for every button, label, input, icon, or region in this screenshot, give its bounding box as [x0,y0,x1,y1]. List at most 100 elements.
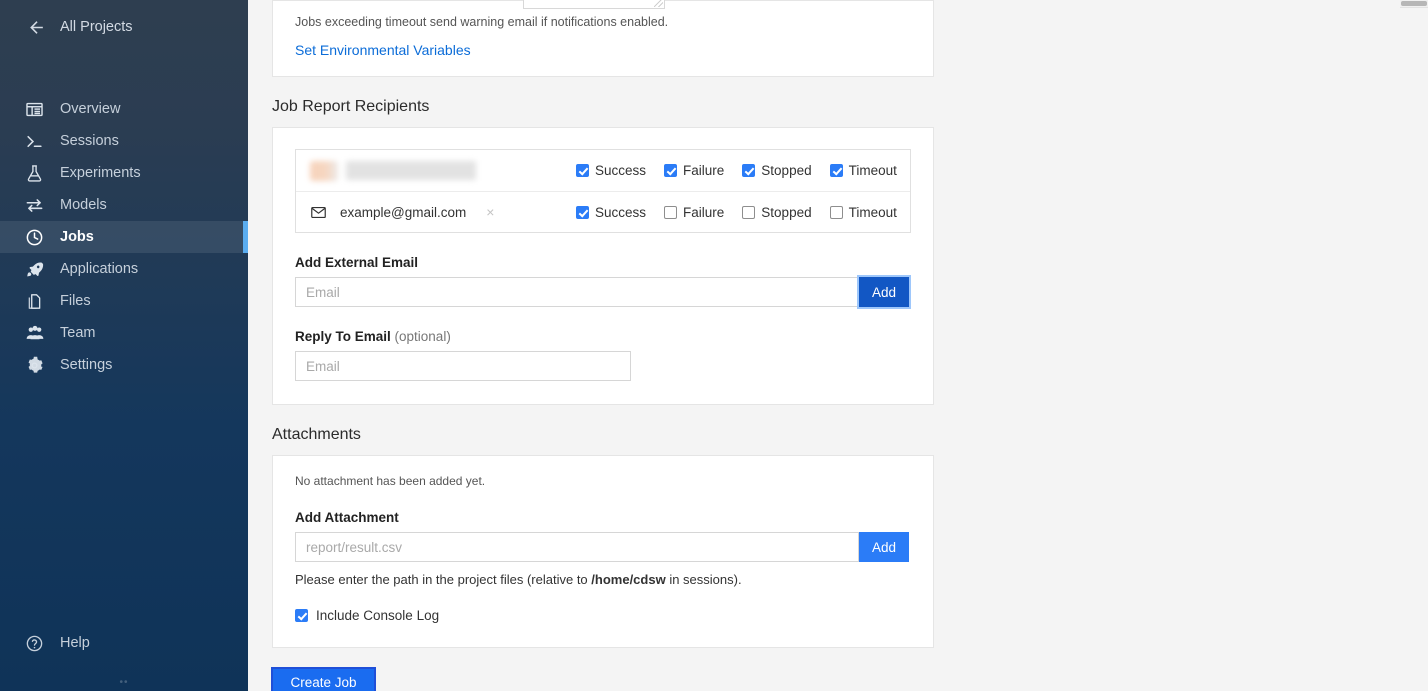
checkbox-box[interactable] [295,609,308,622]
sidebar-item-label: Jobs [60,229,94,245]
recipients-table: Success Failure Stopped Timeout example@… [295,149,911,233]
no-attachment-note: No attachment has been added yet. [295,474,486,488]
arguments-textarea[interactable] [523,0,665,9]
exchange-icon [24,195,45,216]
include-console-log-row[interactable]: Include Console Log [295,608,911,623]
add-attachment-input[interactable] [295,532,859,562]
sidebar-footer-mark: •• [119,677,129,688]
team-icon [24,323,45,344]
path-note-prefix: Please enter the path in the project fil… [295,572,592,587]
checkbox-box[interactable] [742,205,756,219]
add-attachment-row: Add [295,532,909,562]
gear-icon [24,355,45,376]
sidebar-item-help[interactable]: Help [0,627,248,659]
sidebar-item-settings[interactable]: Settings [0,349,248,381]
recipients-section-title: Job Report Recipients [272,98,430,115]
sidebar-item-overview[interactable]: Overview [0,93,248,125]
envelope-icon [310,203,328,221]
checkbox-label: Timeout [848,204,897,220]
all-projects-link[interactable]: All Projects [0,0,248,54]
attachments-section-title: Attachments [272,426,361,443]
attachment-path-note: Please enter the path in the project fil… [295,572,911,587]
checkbox-success[interactable]: Success [576,163,646,178]
checkbox-success[interactable]: Success [576,205,646,220]
path-note-suffix: in sessions). [665,572,742,587]
checkbox-box[interactable] [576,164,589,177]
add-attachment-button[interactable]: Add [859,532,909,562]
checkbox-label: Stopped [761,204,812,220]
sidebar-item-label: Applications [60,261,139,277]
recipient-notification-checks: Success Failure Stopped Timeout [576,163,897,178]
sidebar: All Projects Overview Sessions Experimen… [0,0,248,691]
checkbox-stopped[interactable]: Stopped [742,163,812,178]
checkbox-timeout[interactable]: Timeout [829,163,897,178]
files-icon [24,291,45,312]
checkbox-box[interactable] [829,164,843,177]
recipient-identity-redacted [310,160,576,181]
rocket-icon [24,259,45,280]
checkbox-failure[interactable]: Failure [664,205,724,220]
add-attachment-label: Add Attachment [295,510,399,525]
checkbox-label: Timeout [848,163,897,178]
resize-handle-icon[interactable] [654,0,663,7]
checkbox-failure[interactable]: Failure [664,163,724,178]
attachments-card: No attachment has been added yet. Add At… [272,455,934,648]
add-external-email-label: Add External Email [295,255,419,270]
avatar [310,160,338,181]
sidebar-item-label: Overview [60,101,121,117]
checkbox-label: Failure [683,204,725,220]
checkbox-box[interactable] [576,205,589,219]
create-job-button[interactable]: Create Job [271,667,376,691]
table-row: example@gmail.com × Success Failure Stop… [296,191,910,232]
reply-to-email-input[interactable] [295,351,631,381]
table-row: Success Failure Stopped Timeout [296,150,910,191]
reply-to-email-label-text: Reply To Email [295,329,391,344]
recipient-identity: example@gmail.com × [310,203,576,221]
set-environmental-variables-link[interactable]: Set Environmental Variables [295,42,471,58]
checkbox-box[interactable] [742,164,756,177]
reply-to-email-label: Reply To Email (optional) [295,329,911,344]
checkbox-box[interactable] [829,205,843,219]
checkbox-label: Stopped [761,163,812,178]
recipient-name-redacted [346,161,476,180]
checkbox-label: Success [595,163,647,178]
add-external-email-row: Add [295,275,911,309]
remove-recipient-button[interactable]: × [486,204,494,220]
clock-icon [24,227,45,248]
arrow-left-icon [26,17,46,37]
checkbox-label: Success [595,204,647,220]
main-content: Jobs exceeding timeout send warning emai… [248,0,1428,691]
question-circle-icon [24,633,45,654]
overview-icon [24,99,45,120]
sidebar-item-label: Experiments [60,165,141,181]
create-job-wrap: Create Job [271,667,934,691]
flask-icon [24,163,45,184]
application-window: All Projects Overview Sessions Experimen… [0,0,1428,691]
checkbox-stopped[interactable]: Stopped [742,204,812,220]
recipients-card: Success Failure Stopped Timeout example@… [272,127,934,405]
checkbox-box[interactable] [664,205,678,219]
sidebar-item-team[interactable]: Team [0,317,248,349]
sidebar-item-label: Help [60,635,90,651]
sidebar-item-label: Models [60,197,107,213]
sidebar-item-models[interactable]: Models [0,189,248,221]
sidebar-item-applications[interactable]: Applications [0,253,248,285]
add-external-email-button[interactable]: Add [857,275,911,309]
path-note-path: /home/cdsw [591,572,666,587]
sidebar-item-label: Team [60,325,96,341]
checkbox-timeout[interactable]: Timeout [829,204,897,220]
sidebar-item-jobs[interactable]: Jobs [0,221,248,253]
checkbox-box[interactable] [664,164,678,177]
sidebar-nav: Overview Sessions Experiments Models Job… [0,93,248,381]
sidebar-item-experiments[interactable]: Experiments [0,157,248,189]
checkbox-label: Failure [683,163,725,178]
sidebar-item-files[interactable]: Files [0,285,248,317]
content-column: Jobs exceeding timeout send warning emai… [271,0,934,691]
sidebar-item-label: Sessions [60,133,119,149]
sidebar-item-sessions[interactable]: Sessions [0,125,248,157]
terminal-icon [24,131,45,152]
horizontal-scrollbar[interactable] [1400,0,1428,8]
add-external-email-input[interactable] [295,277,859,307]
sidebar-item-label: Files [60,293,91,309]
